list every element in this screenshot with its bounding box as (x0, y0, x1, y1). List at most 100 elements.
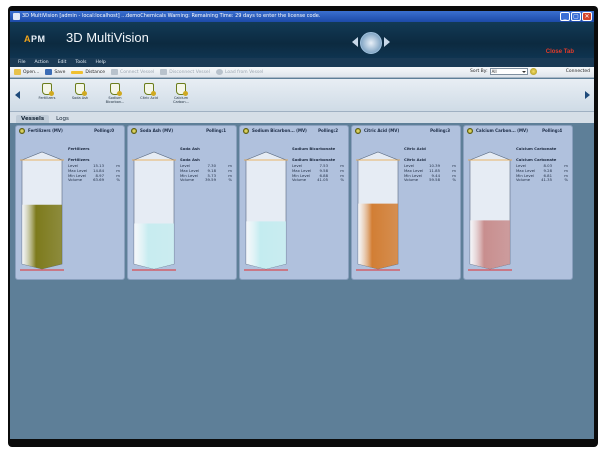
next-category-arrow[interactable] (384, 37, 390, 47)
vessel-icon (75, 83, 87, 96)
menu-edit[interactable]: Edit (58, 60, 67, 65)
polling-label: Polling:3 (430, 128, 450, 133)
prev-category-arrow[interactable] (352, 37, 358, 47)
card-header: Citric Acid (MV) Polling:3 (352, 126, 460, 135)
metric-key: Volume (180, 177, 195, 183)
card-header: Sodium Bicarbon... (MV) Polling:2 (240, 126, 348, 135)
vessel-card[interactable]: Citric Acid (MV) Polling:3 ECitric Acid Cit… (351, 125, 461, 280)
polling-label: Polling:0 (94, 128, 114, 133)
vessel-card[interactable]: Calcium Carbon... (MV)Polling:4ECalcium … (463, 125, 573, 280)
metric-key: Volume (292, 177, 307, 183)
status-indicator-icon (467, 127, 473, 134)
window-controls: _ ▢ ✕ (560, 12, 592, 21)
unlink-icon (160, 69, 168, 75)
tank-liquid (246, 221, 286, 269)
open-label: Open... (23, 69, 40, 75)
metric-key: Volume (404, 177, 419, 183)
tank-graphic: E (468, 151, 515, 273)
distance-label: Distance (85, 69, 106, 75)
metric-value: 63.69 (93, 177, 104, 183)
vessel-subtitle: Sodium Bicarbonate (292, 146, 336, 151)
vessel-title: Calcium Carbon... (MV) (476, 128, 528, 133)
vessel-info: Fertilizers Fertilizers Level 15.13 m Max Lev… (68, 146, 123, 183)
load-icon (215, 69, 223, 75)
tab-logs[interactable]: Logs (51, 115, 74, 123)
disconnect-vessel-button[interactable]: Disconnect Vessel (160, 69, 210, 75)
metric-row: Volume 59.58% (404, 178, 459, 183)
connect-vessel-button[interactable]: Connect Vessel (111, 69, 154, 75)
card-header: Calcium Carbon... (MV) Polling:4 (464, 126, 572, 135)
metric-value: 41.05 (317, 177, 328, 183)
metric-unit: % (116, 177, 120, 183)
tank-liquid (22, 204, 62, 269)
metric-value: 41.35 (541, 177, 552, 183)
strip-item-calcium-carbonate[interactable]: Calcium Carbon... (166, 83, 196, 104)
disconnect-label: Disconnect Vessel (169, 69, 210, 75)
menu-file[interactable]: File (18, 60, 26, 65)
sort-select[interactable]: All (489, 68, 528, 75)
close-window-button[interactable]: ✕ (582, 12, 592, 21)
chemical-category-icon[interactable] (360, 32, 382, 54)
vessel-title: Fertilizers (MV) (28, 128, 63, 133)
logo-pm: PM (31, 34, 46, 44)
metric-key: Volume (68, 177, 83, 183)
strip-left-arrow[interactable] (15, 91, 20, 99)
polling-label: Polling:2 (318, 128, 338, 133)
save-icon (45, 69, 53, 75)
vessel-card[interactable]: Fertilizers (MV) Polling:0 EFertilizers Fer… (15, 125, 125, 280)
tank: E (356, 144, 403, 273)
strip-item-soda-ash[interactable]: Soda Ash (65, 83, 95, 100)
vessel-subtitle: Soda Ash (180, 146, 200, 151)
toolbar: Open... Save Distance Connect Vessel Dis… (10, 67, 594, 78)
strip-item-label: Sodium Bicarbon... (105, 96, 125, 104)
product-name: Fertilizers (68, 157, 90, 162)
vessel-subtitle: Calcium Carbonate (516, 146, 557, 151)
product-name: Sodium Bicarbonate (292, 157, 336, 162)
vessel-card[interactable]: Soda Ash (MV)Polling:1 ESoda AshSoda AshL… (127, 125, 237, 280)
menu-tools[interactable]: Tools (75, 60, 86, 65)
vessel-cards: Fertilizers (MV)Polling:0EFertilizersFer… (10, 123, 594, 439)
save-button[interactable]: Save (45, 69, 65, 75)
card-header: Soda Ash (MV) Polling:1 (128, 126, 236, 135)
tank-liquid (470, 220, 510, 269)
vessel-icon (110, 83, 122, 96)
tab-vessels[interactable]: Vessels (16, 115, 50, 123)
strip-item-fertilizers[interactable]: Fertilizers (32, 83, 62, 100)
app-window: 3D MultiVision [admin - local:localhost]… (10, 11, 594, 439)
close-tab-button[interactable]: Close Tab (546, 49, 574, 55)
metric-row: Volume 63.69% (68, 178, 123, 183)
polling-label: Polling:4 (542, 128, 562, 133)
strip-item-sodium-bicarbonate[interactable]: Sodium Bicarbon... (100, 83, 130, 104)
vessel-icon (176, 83, 188, 96)
metric-value: 59.58 (429, 177, 440, 183)
metric-unit: % (340, 177, 344, 183)
tank-graphic: E (20, 151, 67, 273)
menu-action[interactable]: Action (35, 60, 49, 65)
tank: E (132, 144, 179, 273)
status-indicator-icon (355, 127, 361, 134)
vessel-info: Citric Acid Citric Acid Level 10.39 m Max Lev… (404, 146, 459, 183)
ruler-icon (71, 70, 84, 74)
strip-right-arrow[interactable] (585, 91, 590, 99)
folder-icon (14, 69, 21, 75)
strip-item-citric-acid[interactable]: Citric Acid (134, 83, 164, 100)
vessel-title: Citric Acid (MV) (364, 128, 400, 133)
vessel-card[interactable]: Sodium Bicarbon... (MV)Polling:2ESodium … (239, 125, 349, 280)
tank-liquid (358, 203, 398, 269)
connection-status-icon (529, 68, 537, 75)
vessel-icon (144, 83, 156, 96)
product-name: Citric Acid (404, 157, 426, 162)
logo-a: A (24, 34, 31, 44)
strip-item-label: Soda Ash (71, 96, 89, 100)
tank-graphic: E (356, 151, 403, 273)
card-header: Fertilizers (MV) Polling:0 (16, 126, 124, 135)
minimize-button[interactable]: _ (560, 12, 570, 21)
distance-button[interactable]: Distance (71, 70, 105, 75)
open-button[interactable]: Open... (14, 69, 39, 75)
load-from-vessel-button[interactable]: Load from Vessel (215, 69, 263, 75)
menu-help[interactable]: Help (95, 60, 105, 65)
vessel-info: Sodium Bicarbonate Sodium Bicarbonate Leve… (292, 146, 347, 183)
metric-unit: % (452, 177, 456, 183)
maximize-button[interactable]: ▢ (571, 12, 581, 21)
vessel-info: Soda Ash Soda Ash Level 7.30 m Max Level 9.18 m… (180, 146, 235, 183)
